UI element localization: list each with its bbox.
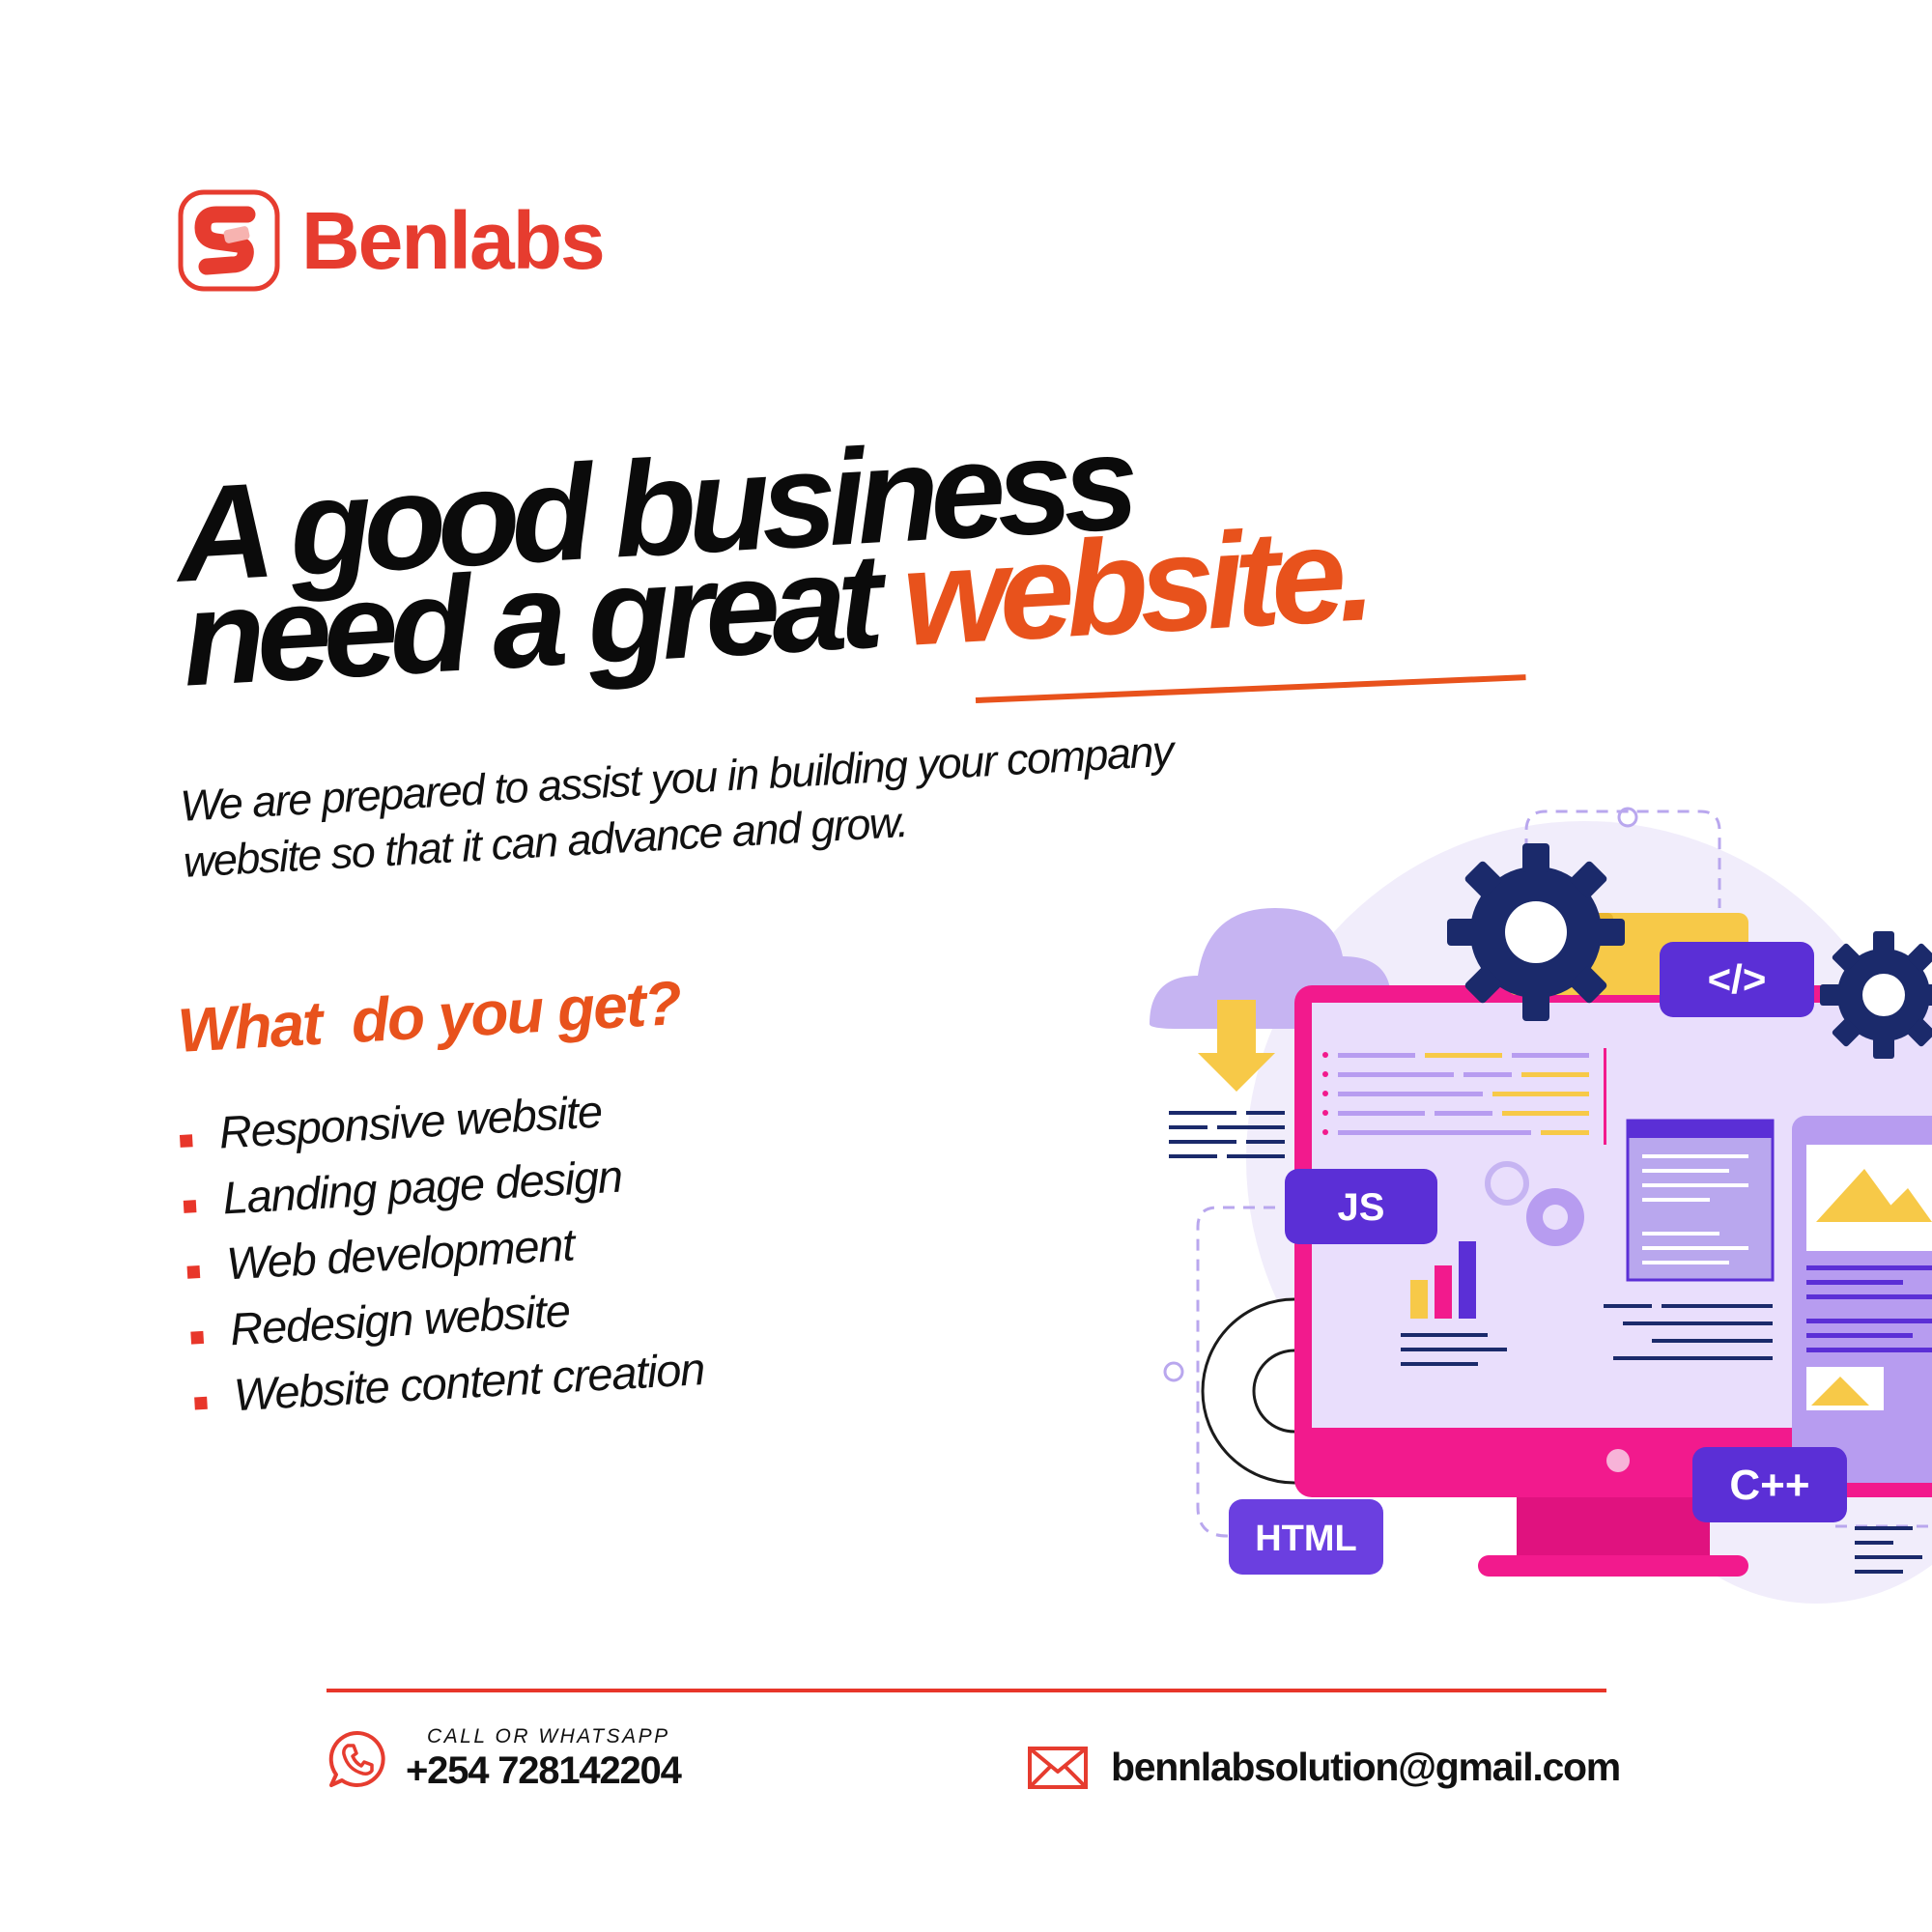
envelope-icon [1028, 1746, 1088, 1789]
offer-title: What do you get? [176, 967, 682, 1065]
image-panel-icon [1792, 1116, 1932, 1483]
headline-underline [975, 674, 1526, 703]
bullet-icon [183, 1199, 197, 1213]
whatsapp-phone-icon [328, 1730, 385, 1787]
footer-divider [327, 1689, 1606, 1692]
code-tag-badge: </> [1660, 942, 1814, 1017]
bullet-icon [186, 1264, 201, 1279]
js-tag-badge: JS [1285, 1169, 1437, 1244]
phone-caption: CALL OR WHATSAPP [427, 1725, 670, 1747]
gear-icon [1447, 843, 1625, 1021]
bullet-icon [190, 1330, 205, 1345]
bullet-icon [194, 1396, 208, 1410]
benlabs-logo-icon [178, 189, 280, 292]
feature-list: Responsive website Landing page design W… [178, 1072, 706, 1429]
brand-name: Benlabs [301, 195, 606, 286]
cpp-tag-label: C++ [1729, 1462, 1809, 1509]
code-tag-label: </> [1708, 956, 1767, 1002]
headline-accent-word: website. [898, 497, 1371, 674]
headline: A good business need a great website. [173, 405, 1584, 715]
phone-number[interactable]: +254 728142204 [406, 1748, 682, 1793]
email-address[interactable]: bennlabsolution@gmail.com [1111, 1745, 1621, 1790]
html-tag-badge: HTML [1229, 1499, 1383, 1575]
bullet-icon [179, 1133, 193, 1148]
contact-email[interactable]: bennlabsolution@gmail.com [1028, 1745, 1621, 1790]
cpp-tag-badge: C++ [1692, 1447, 1847, 1522]
code-window-icon [1626, 1119, 1775, 1282]
web-development-illustration: </> JS C++ HTML [1082, 792, 1932, 1642]
html-tag-label: HTML [1255, 1519, 1357, 1559]
small-gear-icon [1526, 1188, 1584, 1246]
brand-logo: Benlabs [178, 189, 606, 292]
js-tag-label: JS [1338, 1186, 1385, 1229]
contact-phone[interactable]: CALL OR WHATSAPP +254 728142204 [327, 1725, 682, 1793]
